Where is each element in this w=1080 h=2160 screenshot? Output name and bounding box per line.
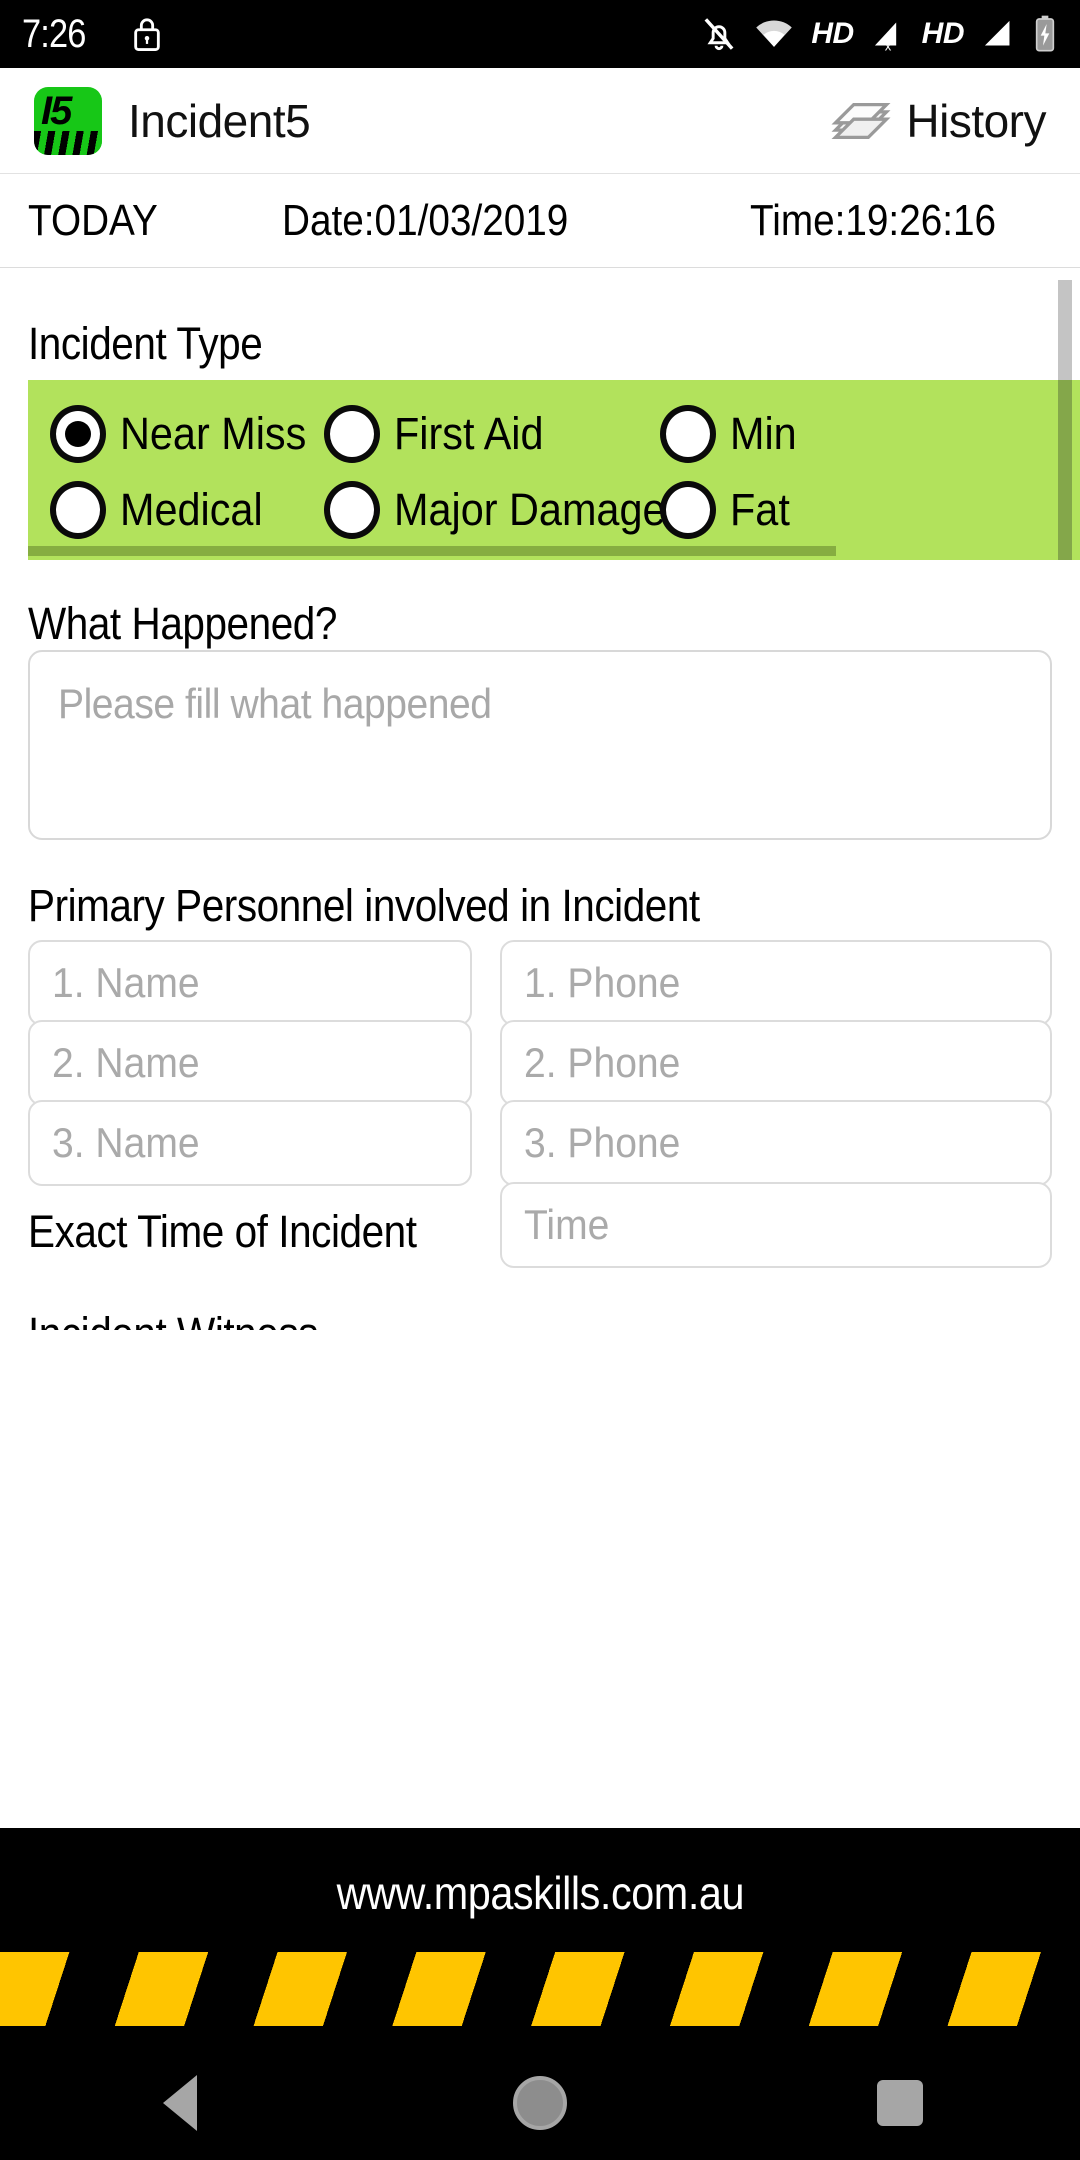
exact-time-heading: Exact Time of Incident [28,1206,417,1257]
radio-major-damage[interactable]: Major Damage [324,481,666,539]
android-nav-bar [0,2046,1080,2160]
exact-time-input[interactable]: Time [500,1182,1052,1268]
lock-icon [134,18,160,52]
radio-dot-first-aid[interactable] [324,405,380,463]
nav-recents-button[interactable] [840,2063,960,2143]
footer-url: www.mpaskills.com.au [0,1866,1080,1920]
horizontal-scrollbar[interactable] [28,546,836,556]
personnel-name-input-3[interactable]: 3. Name [28,1100,472,1186]
back-icon [163,2075,197,2131]
footer-banner: www.mpaskills.com.au [0,1828,1080,2046]
radio-label-near-miss: Near Miss [120,408,307,459]
signal-bars-icon [984,20,1010,46]
notifications-off-icon [704,18,734,51]
personnel-name-placeholder-2: 2. Name [52,1039,200,1086]
personnel-name-placeholder-1: 1. Name [52,959,200,1006]
exact-time-placeholder: Time [524,1201,610,1248]
form-scroll-area[interactable]: Incident Type Near Miss First Aid Min Me… [0,268,1080,1828]
time-value: Time:19:26:16 [750,195,997,245]
status-bar-left-icons [130,15,164,53]
radio-dot-fatality[interactable] [660,481,716,539]
next-section-partial-heading: Incident Witness [28,1308,350,1330]
personnel-name-placeholder-3: 3. Name [52,1119,200,1166]
history-button[interactable]: History [830,94,1046,148]
footer-url-text: www.mpaskills.com.au [336,1867,744,1919]
incident-type-radio-group[interactable]: Near Miss First Aid Min Medical Major Da… [28,380,1080,560]
nav-back-button[interactable] [120,2063,240,2143]
personnel-name-input-1[interactable]: 1. Name [28,940,472,1026]
what-happened-placeholder: Please fill what happened [58,680,492,727]
radio-near-miss[interactable]: Near Miss [28,405,324,463]
personnel-phone-placeholder-3: 3. Phone [524,1119,681,1166]
radio-label-major-damage: Major Damage [394,484,666,535]
personnel-name-input-2[interactable]: 2. Name [28,1020,472,1106]
radio-label-first-aid: First Aid [394,408,544,459]
history-label: History [906,94,1046,147]
phone-screen: 7:26 HD x HD I5 Incident5 History TODAY … [0,0,1080,2160]
signal-no-sim-icon: x [874,22,896,52]
app-bar: I5 Incident5 History [0,68,1080,174]
incident-type-heading: Incident Type [28,318,263,369]
radio-first-aid[interactable]: First Aid [324,405,660,463]
personnel-phone-placeholder-1: 1. Phone [524,959,681,1006]
app-title: Incident5 [128,94,311,147]
radio-dot-major-damage[interactable] [324,481,380,539]
hd-badge-2: HD [921,17,965,50]
radio-dot-minor-damage[interactable] [660,405,716,463]
hazard-stripes [0,1952,1080,2026]
primary-personnel-heading: Primary Personnel involved in Incident [28,880,700,931]
app-logo-text: I5 [41,88,72,133]
what-happened-heading: What Happened? [28,598,337,649]
radio-label-minor-damage: Min [730,408,797,459]
radio-label-fatality: Fat [730,484,790,535]
radio-minor-damage[interactable]: Min [660,405,1000,463]
radio-dot-near-miss[interactable] [50,405,106,463]
svg-text:x: x [884,38,891,52]
today-label: TODAY [28,195,158,245]
status-bar: 7:26 HD x HD [0,0,1080,68]
app-logo: I5 [34,86,102,155]
date-row: TODAY Date:01/03/2019 Time:19:26:16 [0,174,1080,268]
nav-home-button[interactable] [480,2063,600,2143]
personnel-phone-input-3[interactable]: 3. Phone [500,1100,1052,1186]
radio-fatality[interactable]: Fat [660,481,1000,539]
recents-icon [877,2080,923,2126]
incident-type-row-2: Medical Major Damage Fat [28,472,1080,548]
vertical-scrollbar-overlay[interactable] [1058,380,1072,560]
hd-badge: HD [811,17,854,50]
next-section-partial-label: Incident Witness [28,1308,318,1330]
incident-type-row-1: Near Miss First Aid Min [28,396,1080,472]
status-bar-right-icons: HD x HD [701,14,1058,54]
radio-medical[interactable]: Medical [28,481,324,539]
what-happened-textarea[interactable]: Please fill what happened [28,650,1052,840]
radio-dot-medical[interactable] [50,481,106,539]
date-value: Date:01/03/2019 [282,195,569,245]
home-icon [513,2076,567,2130]
radio-label-medical: Medical [120,484,263,535]
personnel-phone-input-2[interactable]: 2. Phone [500,1020,1052,1106]
layers-stack-icon [831,102,891,139]
app-logo-stripes [34,130,102,155]
status-bar-clock: 7:26 [22,11,86,56]
personnel-phone-input-1[interactable]: 1. Phone [500,940,1052,1026]
battery-charging-icon [1035,15,1055,52]
personnel-phone-placeholder-2: 2. Phone [524,1039,681,1086]
wifi-icon [756,20,793,47]
